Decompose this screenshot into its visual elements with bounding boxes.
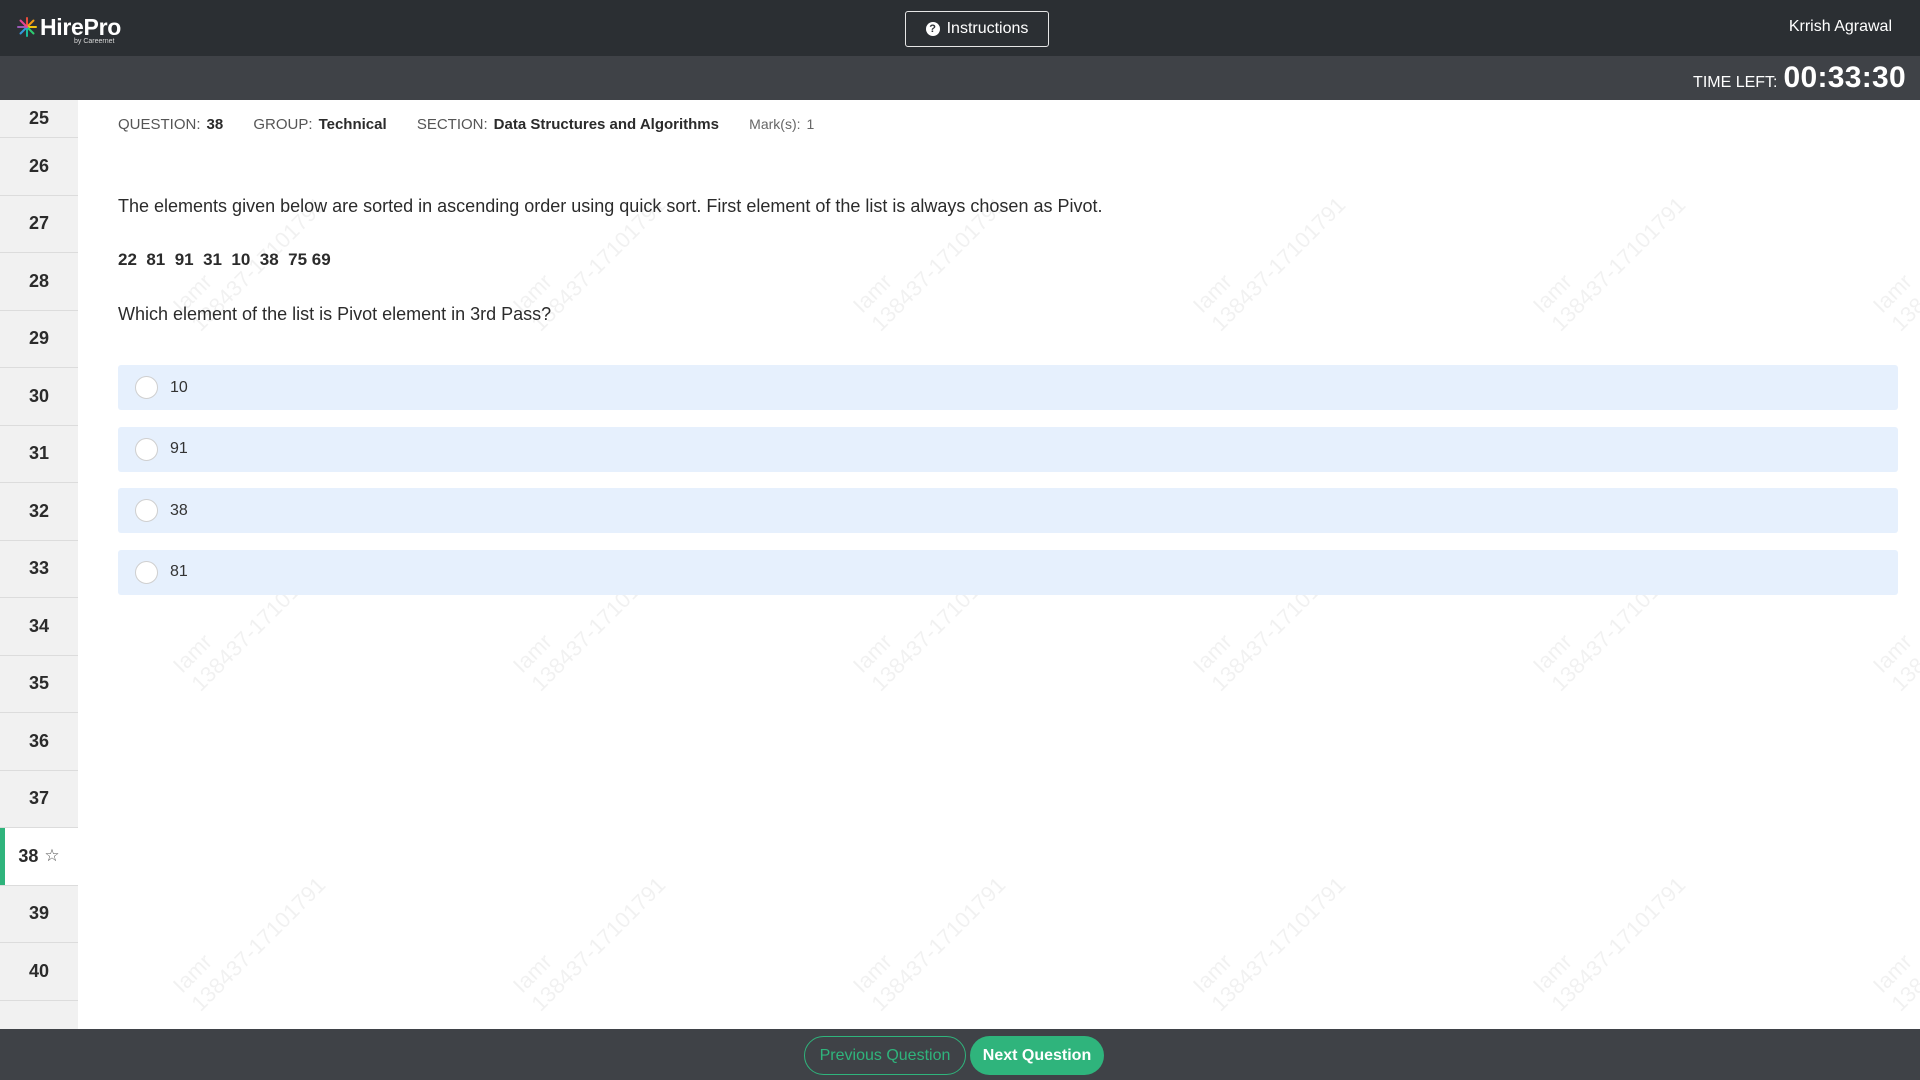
watermark-text: Iamr 138437-17101791	[168, 872, 331, 1017]
question-nav-item[interactable]: 29	[0, 311, 78, 368]
watermark-text: Iamr 138437-17101791	[1868, 192, 1920, 337]
logo-subtext: by Careernet	[74, 38, 115, 45]
logo-burst-icon	[17, 17, 37, 37]
question-nav-item[interactable]: 25	[0, 100, 78, 138]
timer-bar: TIME LEFT: 00:33:30	[0, 56, 1920, 100]
radio-button[interactable]	[135, 376, 158, 399]
question-nav-item[interactable]: 30	[0, 368, 78, 426]
timer-label: TIME LEFT:	[1693, 74, 1778, 91]
timer-value: 00:33:30	[1783, 61, 1906, 94]
watermark-text: Iamr 138437-17101791	[1528, 192, 1691, 337]
question-nav-item[interactable]: 35	[0, 656, 78, 713]
marks-value: 1	[806, 116, 815, 132]
watermark-text: Iamr 138437-17101791	[1188, 872, 1351, 1017]
radio-button[interactable]	[135, 437, 158, 461]
question-nav-item[interactable]: 36	[0, 713, 78, 771]
question-nav-item[interactable]: 33	[0, 541, 78, 598]
answer-option[interactable]: 38	[118, 488, 1898, 533]
question-nav-item[interactable]: 39	[0, 886, 78, 943]
help-circle-icon: ?	[925, 22, 940, 36]
instructions-label: Instructions	[946, 20, 1029, 37]
answer-option[interactable]: 81	[118, 549, 1898, 595]
answer-options: 10 91 38 81	[118, 365, 1898, 611]
question-prompt: Which element of the list is Pivot eleme…	[118, 304, 552, 324]
previous-question-button[interactable]: Previous Question	[804, 1036, 966, 1075]
question-element-list: 22 81 91 31 10 38 75 69	[118, 250, 331, 269]
user-name: Krrish Agrawal	[1788, 18, 1892, 35]
answer-option-label: 10	[170, 378, 188, 396]
group-label: GROUP:	[253, 116, 313, 133]
radio-button[interactable]	[135, 560, 158, 584]
hirepro-logo: HirePro by Careernet	[16, 14, 121, 46]
watermark-text: Iamr 138437-17101791	[1868, 872, 1920, 1017]
timer: TIME LEFT: 00:33:30	[1693, 61, 1906, 95]
question-nav-item-active[interactable]: 38 ☆	[0, 828, 78, 886]
question-nav-item[interactable]: 37	[0, 771, 78, 828]
question-nav-item[interactable]: 34	[0, 598, 78, 656]
next-question-button[interactable]: Next Question	[970, 1036, 1104, 1075]
watermark-text: Iamr 138437-17101791	[1188, 192, 1351, 337]
question-number: 38	[206, 116, 224, 133]
watermark-text: Iamr 138437-17101791	[848, 872, 1011, 1017]
group-value: Technical	[318, 116, 387, 133]
watermark-text: Iamr 138437-17101791	[508, 872, 671, 1017]
footer-bar: Previous Question Next Question	[0, 1029, 1920, 1080]
watermark-text: Iamr 138437-17101791	[1528, 872, 1691, 1017]
question-nav-item[interactable]: 27	[0, 196, 78, 253]
answer-option-label: 91	[170, 440, 188, 457]
answer-option[interactable]: 10	[118, 365, 1898, 410]
question-nav-item[interactable]: 32	[0, 483, 78, 541]
logo-text: HirePro	[40, 14, 121, 40]
question-text: The elements given below are sorted in a…	[118, 196, 1103, 216]
marks-label: Mark(s):	[749, 116, 801, 132]
question-nav-item[interactable]: 28	[0, 253, 78, 311]
instructions-button[interactable]: ? Instructions	[905, 11, 1049, 47]
section-value: Data Structures and Algorithms	[493, 116, 719, 133]
question-nav-item[interactable]: 26	[0, 138, 78, 196]
question-nav-item[interactable]: 31	[0, 426, 78, 483]
radio-button[interactable]	[135, 499, 158, 522]
answer-option-label: 81	[170, 563, 188, 580]
top-header: HirePro by Careernet ? Instructions Krri…	[0, 0, 1920, 56]
question-meta: QUESTION: 38 GROUP: Technical SECTION: Data…	[118, 116, 814, 133]
section-label: SECTION:	[416, 116, 488, 133]
bookmark-star-icon[interactable]: ☆	[44, 846, 59, 866]
answer-option-label: 38	[170, 501, 188, 519]
question-navigator: 25 26 27 28 29 30 31 32 33 34 35 36 37 3…	[0, 100, 78, 1029]
answer-option[interactable]: 91	[118, 426, 1898, 472]
question-nav-item[interactable]: 40	[0, 943, 78, 1001]
question-number-label: QUESTION:	[118, 116, 201, 133]
